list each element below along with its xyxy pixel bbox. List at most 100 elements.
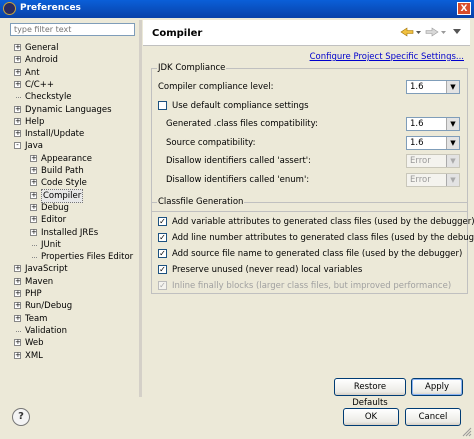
tree-item-label: Android: [25, 55, 58, 66]
dialog-button-bar: ? OK Cancel: [0, 398, 474, 439]
panel-divider[interactable]: [139, 20, 142, 397]
generated-class-compat-value: 1.6: [410, 119, 424, 129]
expand-icon[interactable]: +: [14, 351, 21, 359]
expand-icon[interactable]: +: [30, 216, 37, 224]
classfile-option-checkbox[interactable]: ✓: [158, 233, 167, 242]
resize-grip-icon[interactable]: [462, 427, 472, 437]
classfile-option[interactable]: ✓ Add line number attributes to generated…: [158, 231, 474, 245]
tree-item-label: Build Path: [41, 166, 84, 176]
ok-button[interactable]: OK: [343, 408, 399, 426]
classfile-option-label: Add variable attributes to generated cla…: [172, 217, 474, 227]
expand-icon[interactable]: +: [14, 339, 21, 347]
help-icon[interactable]: ?: [12, 408, 30, 426]
collapse-icon[interactable]: -: [14, 142, 21, 150]
tree-item-label: Web: [25, 338, 44, 349]
classfile-generation-legend: Classfile Generation: [158, 197, 244, 207]
tree-item-label: Checkstyle: [25, 92, 72, 103]
apply-button[interactable]: Apply: [411, 378, 463, 396]
tree-item-label: JUnit: [41, 239, 61, 250]
use-default-compliance-label: Use default compliance settings: [172, 101, 309, 111]
generated-class-compat-combo[interactable]: 1.6 ▼: [406, 117, 460, 131]
expand-icon[interactable]: +: [14, 44, 21, 51]
source-compat-label: Source compatibility:: [166, 138, 256, 148]
expand-icon[interactable]: +: [14, 56, 21, 64]
filter-field[interactable]: [10, 23, 135, 36]
classfile-option-checkbox[interactable]: ✓: [158, 249, 167, 258]
expand-icon[interactable]: +: [14, 314, 21, 322]
expand-icon[interactable]: +: [30, 191, 37, 199]
cancel-button[interactable]: Cancel: [405, 408, 461, 426]
tree-item-label: Install/Update: [25, 129, 85, 140]
tree-connector: [16, 330, 21, 333]
tree-item-label: Debug: [41, 202, 69, 213]
back-arrow-icon[interactable]: [400, 27, 422, 37]
tree-item-label: JavaScript: [25, 264, 68, 275]
use-default-compliance-checkbox[interactable]: [158, 101, 167, 110]
compliance-level-value: 1.6: [410, 82, 424, 92]
expand-icon[interactable]: +: [14, 130, 21, 138]
expand-icon[interactable]: +: [14, 302, 21, 310]
classfile-option-checkbox[interactable]: ✓: [158, 265, 167, 274]
preference-page: Compiler Configure Project Specific Sett…: [143, 20, 474, 408]
forward-arrow-icon[interactable]: [425, 27, 447, 37]
disallow-assert-value: Error: [410, 156, 431, 166]
chevron-down-icon: ▼: [446, 174, 459, 186]
chevron-down-icon: ▼: [446, 137, 459, 149]
classfile-option-label: Inline finally blocks (larger class file…: [172, 281, 452, 291]
classfile-option[interactable]: ✓ Preserve unused (never read) local vari…: [158, 263, 463, 277]
compliance-level-label: Compiler compliance level:: [158, 82, 274, 92]
expand-icon[interactable]: +: [14, 117, 21, 125]
compliance-level-combo[interactable]: 1.6 ▼: [406, 80, 460, 94]
tree-connector: [16, 97, 21, 99]
classfile-option-checkbox[interactable]: ✓: [158, 217, 167, 226]
configure-project-settings-link[interactable]: Configure Project Specific Settings...: [310, 52, 464, 62]
chevron-down-icon: ▼: [446, 155, 459, 167]
expand-icon[interactable]: +: [14, 80, 21, 88]
classfile-option[interactable]: ✓ Inline finally blocks (larger class fil…: [158, 279, 463, 293]
tree-item-label: Code Style: [41, 178, 87, 189]
tree-connector: [32, 257, 37, 259]
tree-item-label: Compiler: [41, 188, 84, 203]
window-title: Preferences: [20, 3, 81, 13]
classfile-option-label: Preserve unused (never read) local varia…: [172, 265, 363, 275]
disallow-assert-combo[interactable]: Error ▼: [406, 154, 460, 168]
tree-item-label: Installed JREs: [41, 227, 99, 238]
eclipse-app-icon: [3, 2, 16, 15]
disallow-enum-combo[interactable]: Error ▼: [406, 173, 460, 187]
filter-input[interactable]: [11, 24, 134, 35]
expand-icon[interactable]: +: [14, 265, 21, 273]
tree-item-label: Ant: [25, 67, 40, 78]
tree-item-label: Validation: [25, 325, 67, 336]
use-default-compliance-option[interactable]: Use default compliance settings: [158, 99, 358, 113]
page-title: Compiler: [152, 28, 203, 39]
generated-class-compat-label: Generated .class files compatibility:: [166, 119, 318, 129]
tree-item-label: Java: [25, 141, 43, 152]
expand-icon[interactable]: +: [14, 68, 21, 76]
tree-item-label: XML: [25, 350, 43, 361]
tree-item-label: Appearance: [41, 153, 93, 164]
tree-item-label: Maven: [25, 276, 54, 287]
disallow-assert-label: Disallow identifiers called 'assert':: [166, 156, 311, 166]
expand-icon[interactable]: +: [30, 167, 37, 174]
classfile-option[interactable]: ✓ Add variable attributes to generated cl…: [158, 215, 474, 229]
expand-icon[interactable]: +: [30, 203, 37, 211]
expand-icon[interactable]: +: [14, 277, 21, 285]
tree-item-label: Help: [25, 116, 45, 127]
expand-icon[interactable]: +: [30, 179, 37, 187]
page-header: Compiler: [143, 20, 470, 46]
view-menu-icon[interactable]: [453, 28, 462, 36]
expand-icon[interactable]: +: [14, 290, 21, 297]
disallow-enum-value: Error: [410, 175, 431, 185]
close-window-button[interactable]: X: [457, 2, 471, 15]
tree-item-label: Run/Debug: [25, 301, 73, 312]
source-compat-combo[interactable]: 1.6 ▼: [406, 136, 460, 150]
tree-item-label: Team: [25, 313, 48, 324]
classfile-option[interactable]: ✓ Add source file name to generated class…: [158, 247, 463, 261]
classfile-option-checkbox[interactable]: ✓: [158, 281, 167, 290]
expand-icon[interactable]: +: [30, 228, 37, 236]
title-bar: Preferences X: [0, 0, 474, 18]
restore-defaults-button[interactable]: Restore Defaults: [334, 378, 406, 408]
expand-icon[interactable]: +: [30, 154, 37, 162]
expand-icon[interactable]: +: [14, 105, 21, 113]
tree-item-label: C/C++: [25, 79, 54, 90]
